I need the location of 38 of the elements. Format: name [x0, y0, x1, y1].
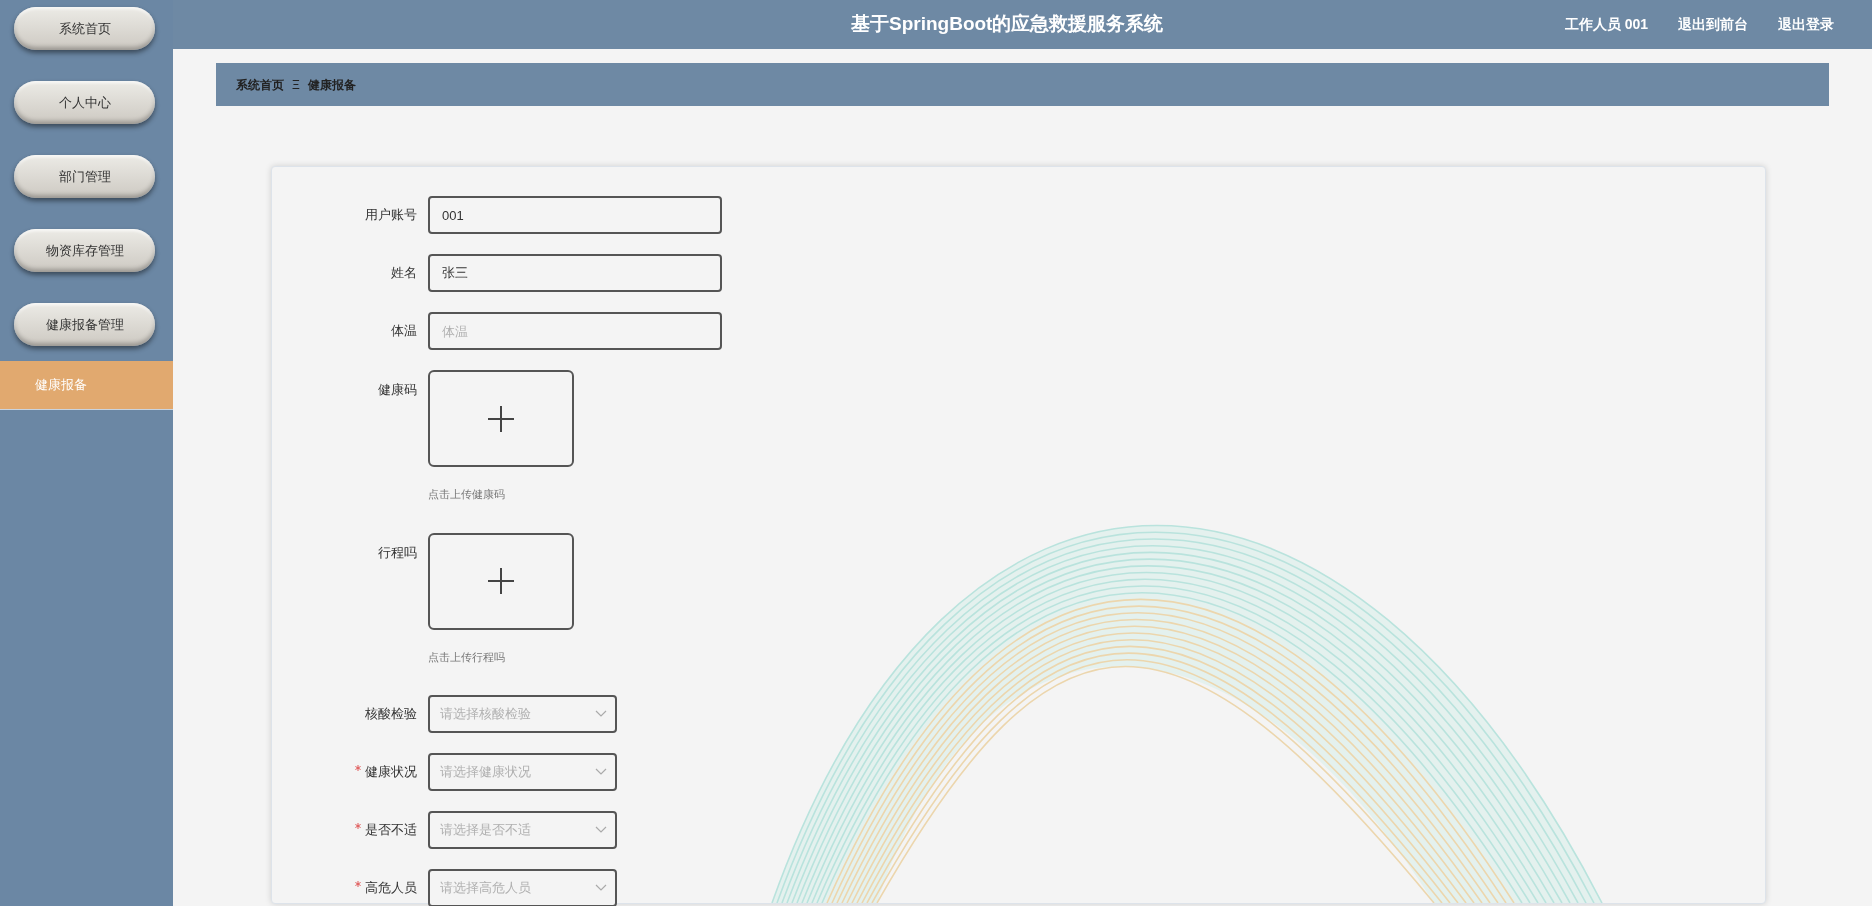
- field-label: 健康码: [378, 381, 417, 399]
- header-link[interactable]: 工作人员 001: [1564, 14, 1648, 35]
- upload-hint: 点击上传健康码: [428, 487, 506, 502]
- field-label: 行程吗: [378, 543, 417, 562]
- select-placeholder: 请选择高危人员: [440, 879, 531, 898]
- field-label: 是否不适: [365, 821, 417, 840]
- field-label: 用户账号: [365, 206, 417, 225]
- breadcrumb-link[interactable]: 健康报备: [307, 75, 356, 94]
- sidebar-item[interactable]: 系统首页: [14, 7, 155, 50]
- field-label: 健康状况: [365, 763, 417, 782]
- upload-button[interactable]: [428, 532, 574, 630]
- chevron-down-icon: [595, 768, 607, 776]
- breadcrumb-link[interactable]: 系统首页: [236, 75, 284, 94]
- sidebar-item[interactable]: 健康报备管理: [14, 303, 155, 346]
- field-label: 姓名: [391, 264, 417, 283]
- plus-icon: [487, 404, 515, 433]
- field-label: 高危人员: [365, 879, 417, 898]
- app-title: 基于SpringBoot的应急救援服务系统: [851, 12, 1164, 37]
- select-placeholder: 请选择是否不适: [440, 821, 531, 840]
- text-field[interactable]: 张三: [428, 254, 722, 292]
- sidebar-item[interactable]: 个人中心: [14, 81, 155, 124]
- header-link[interactable]: 退出到前台: [1678, 14, 1748, 35]
- field-label: 体温: [391, 322, 417, 341]
- chevron-down-icon: [595, 884, 607, 892]
- upload-button[interactable]: [428, 370, 574, 467]
- field-label: 核酸检验: [365, 705, 417, 724]
- select-placeholder: 请选择核酸检验: [440, 705, 531, 724]
- header-link[interactable]: 退出登录: [1778, 14, 1834, 35]
- upload-hint: 点击上传行程吗: [428, 649, 506, 665]
- text-field[interactable]: 体温: [428, 312, 722, 350]
- text-field[interactable]: 001: [428, 196, 722, 234]
- chevron-down-icon: [595, 710, 607, 718]
- sidebar-item[interactable]: 物资库存管理: [14, 229, 155, 272]
- sidebar-item[interactable]: 部门管理: [14, 155, 155, 198]
- select-placeholder: 请选择健康状况: [440, 763, 531, 782]
- plus-icon: [487, 567, 515, 595]
- chevron-down-icon: [595, 826, 607, 834]
- breadcrumb-separator: Ξ: [292, 76, 300, 94]
